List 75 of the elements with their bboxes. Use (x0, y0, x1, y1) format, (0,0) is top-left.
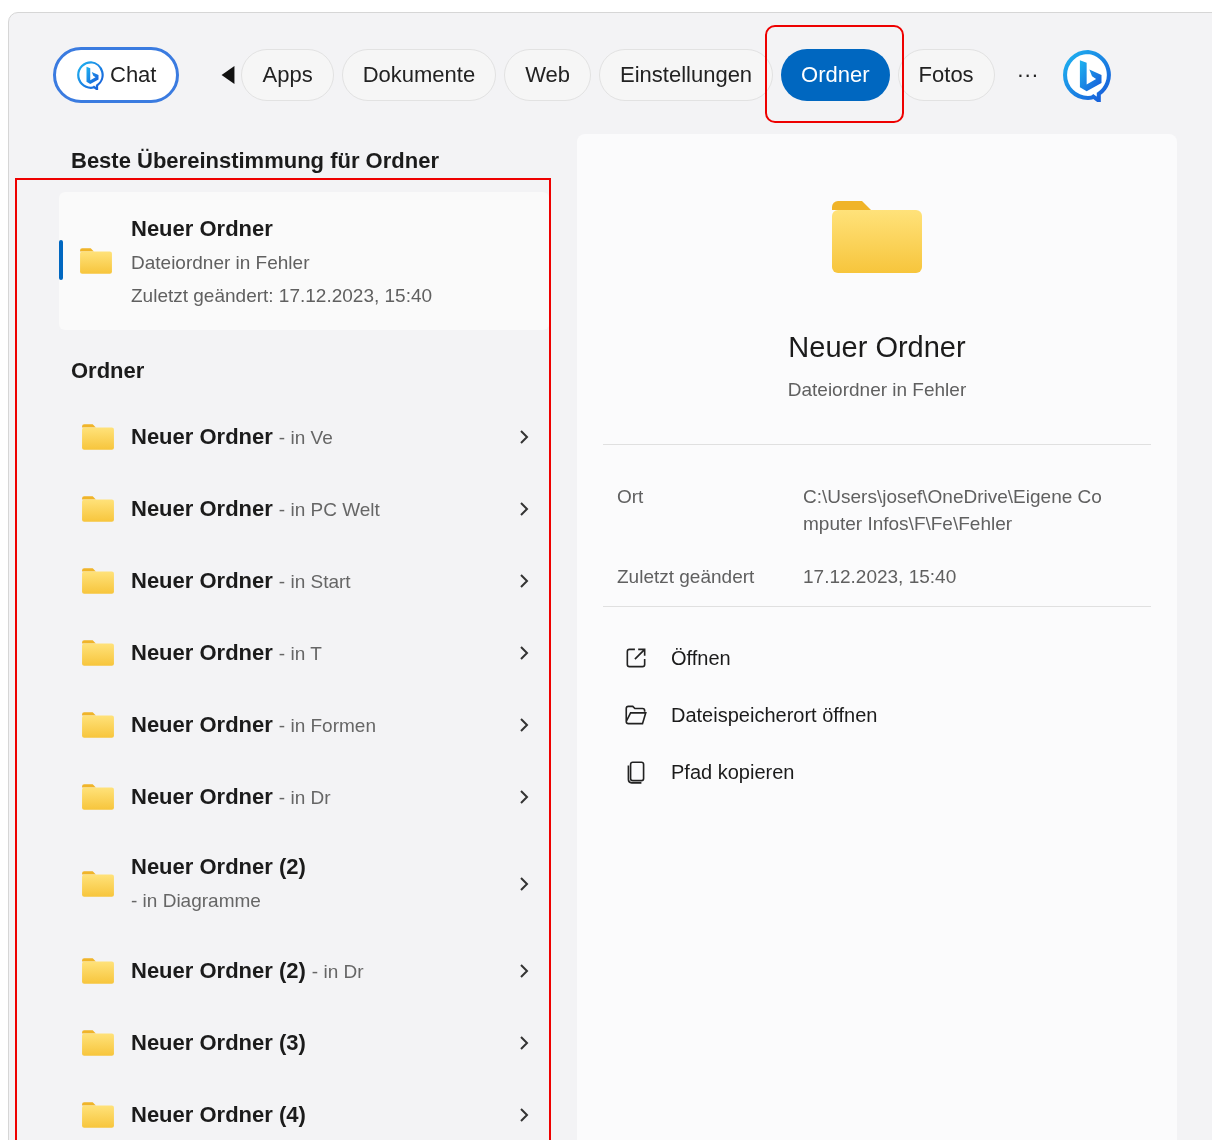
result-name: Neuer Ordner (131, 782, 273, 811)
folder-icon (81, 870, 115, 898)
folder-result-row[interactable]: Neuer Ordner - in PC Welt (59, 473, 549, 545)
folder-icon (79, 247, 113, 275)
result-name: Neuer Ordner (131, 215, 274, 243)
detail-value: 17.12.2023, 15:40 (803, 565, 958, 589)
result-location: - in Start (278, 569, 351, 594)
preview-title: Neuer Ordner (788, 330, 966, 365)
detail-value: C:\Users\josef\OneDrive\Eigene Computer Infos\F\Fe\Fehler (803, 485, 1103, 536)
result-name: Neuer Ordner (4) (131, 1101, 306, 1129)
preview-subtitle: Dateiordner in Fehler (787, 377, 967, 402)
chat-bubble-logo-icon (76, 59, 106, 90)
result-type: Dateiordner in Fehler (131, 251, 311, 275)
result-name: Neuer Ordner (2) (131, 956, 306, 985)
more-button[interactable]: ··· (1002, 58, 1053, 91)
folder-icon (81, 711, 115, 739)
folder-result-row[interactable]: Neuer Ordner - in Ve (59, 401, 549, 473)
folder-result-row[interactable]: Neuer Ordner (3) (59, 1007, 549, 1079)
chevron-right-icon[interactable] (519, 1107, 529, 1123)
folder-result-row[interactable]: Neuer Ordner (4) (59, 1079, 549, 1140)
detail-label: Zuletzt geändert (617, 565, 756, 589)
result-location: - in Ve (278, 425, 333, 450)
action-button[interactable]: Dateispeicherort öffnen (603, 700, 1151, 730)
folder-icon (81, 495, 115, 523)
result-name: Neuer Ordner (3) (131, 1029, 306, 1057)
result-name: Neuer Ordner (131, 710, 273, 739)
result-modified: Zuletzt geändert: 17.12.2023, 15:40 (131, 283, 433, 308)
chevron-right-icon[interactable] (519, 429, 529, 445)
chevron-right-icon[interactable] (519, 645, 529, 661)
result-location: - in Dr (278, 785, 331, 810)
folder-result-row[interactable]: Neuer Ordner - in T (59, 617, 549, 689)
chevron-right-icon[interactable] (519, 963, 529, 979)
best-match-card[interactable]: Neuer Ordner Dateiordner in Fehler Zuletzt geändert: 17.12.2023, 15:40 (59, 192, 549, 330)
folder-result-row[interactable]: Neuer Ordner - in Start (59, 545, 549, 617)
folder-icon (81, 639, 115, 667)
result-location: - in T (278, 641, 322, 666)
folder-icon (81, 1029, 115, 1057)
filter-tab[interactable]: Fotos (897, 48, 995, 101)
folder-result-row[interactable]: Neuer Ordner - in Dr (59, 761, 549, 833)
folder-icon (81, 1101, 115, 1129)
section-heading: Beste Übereinstimmung für Ordner (70, 147, 440, 175)
filter-tab[interactable]: Web (504, 48, 591, 101)
detail-label: Ort (617, 485, 645, 509)
chat-button[interactable]: Chat (53, 46, 180, 103)
folder-result-row[interactable]: Neuer Ordner (2) - in Diagramme (59, 833, 549, 935)
chevron-right-icon[interactable] (519, 789, 529, 805)
folder-icon (81, 567, 115, 595)
filter-tab[interactable]: Einstellungen (599, 48, 774, 101)
result-name: Neuer Ordner (131, 566, 273, 595)
result-location: - in Dr (311, 959, 364, 984)
folder-result-row[interactable]: Neuer Ordner - in Formen (59, 689, 549, 761)
filter-tab[interactable]: Dokumente (341, 48, 497, 101)
folder-icon (81, 957, 115, 985)
chevron-right-icon[interactable] (519, 573, 529, 589)
chevron-right-icon[interactable] (519, 1035, 529, 1051)
scroll-left-icon[interactable] (221, 65, 236, 84)
folder-icon (81, 423, 115, 451)
folder-result-row[interactable]: Neuer Ordner (2) - in Dr (59, 935, 549, 1007)
chevron-right-icon[interactable] (519, 876, 529, 892)
action-button[interactable]: Öffnen (603, 643, 1151, 673)
action-button[interactable]: Pfad kopieren (603, 757, 1151, 787)
folder-icon (81, 783, 115, 811)
selection-indicator (59, 240, 63, 280)
result-name: Neuer Ordner (131, 494, 273, 523)
section-heading: Ordner (70, 357, 146, 385)
result-location: - in Formen (278, 713, 376, 738)
chevron-right-icon[interactable] (519, 717, 529, 733)
result-name: Neuer Ordner (131, 422, 273, 451)
filter-tab[interactable]: Apps (241, 48, 334, 101)
filter-tab[interactable]: Ordner (781, 48, 890, 101)
result-location: - in PC Welt (278, 497, 380, 522)
chevron-right-icon[interactable] (519, 501, 529, 517)
result-name: Neuer Ordner (131, 638, 273, 667)
result-location: - in Diagramme (131, 889, 261, 913)
result-name: Neuer Ordner (2) (131, 853, 306, 881)
